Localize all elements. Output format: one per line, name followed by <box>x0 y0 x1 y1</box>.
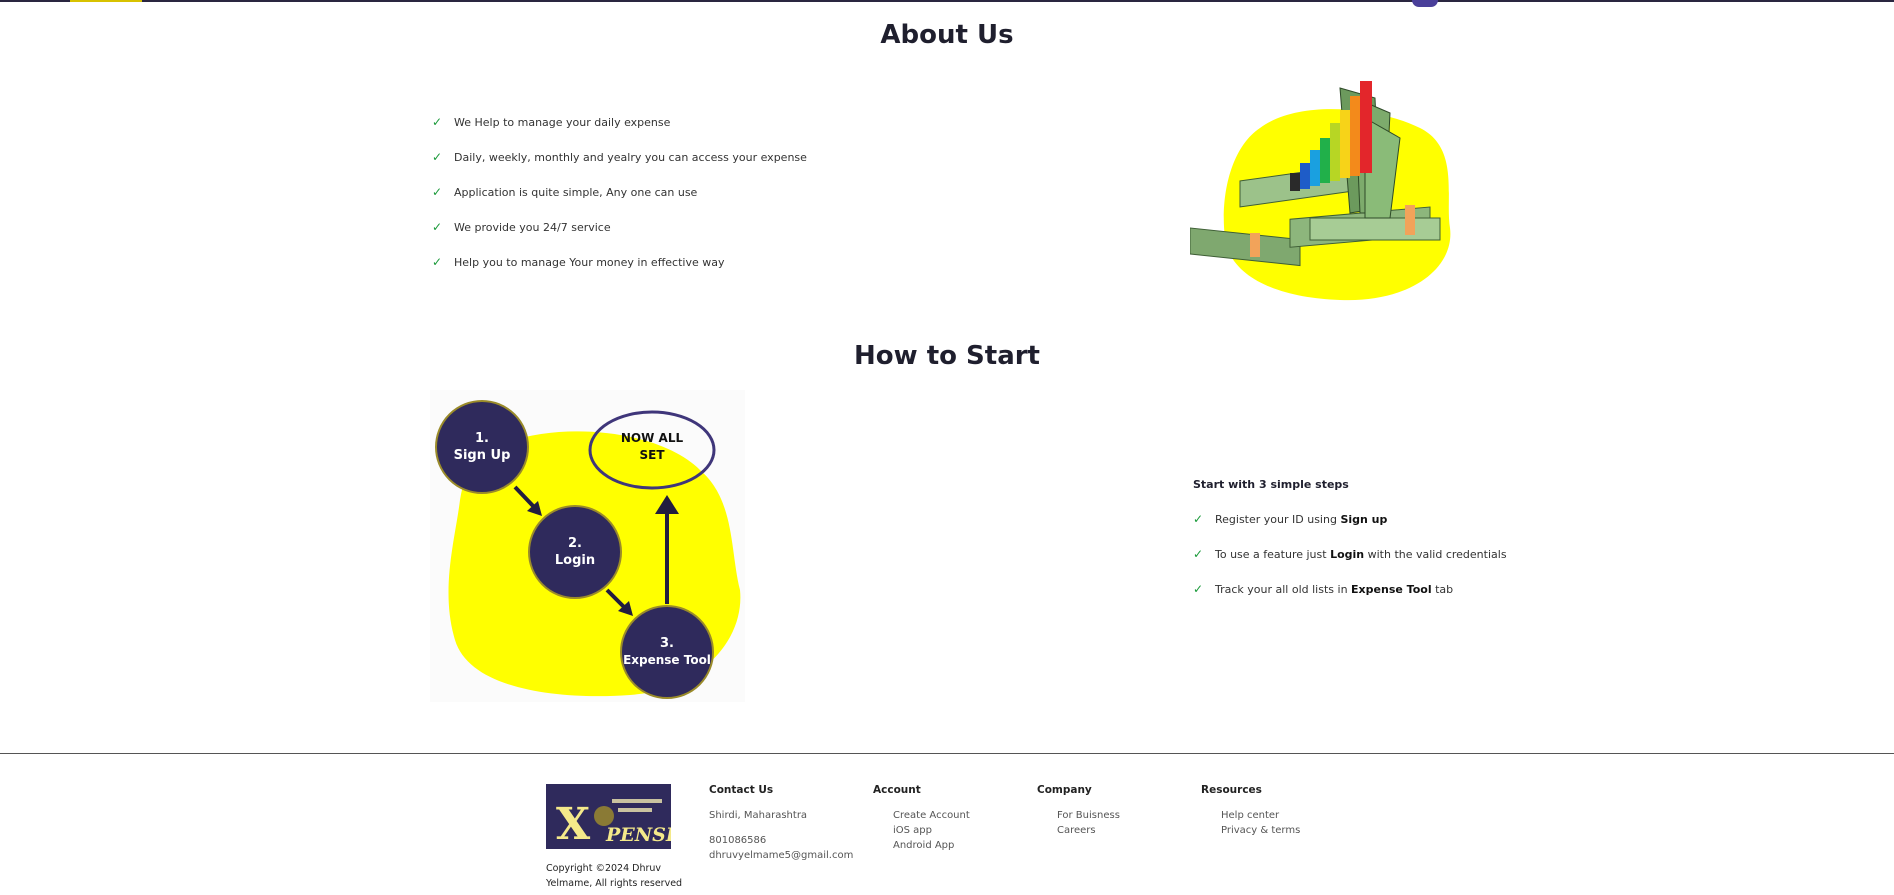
contact-location: Shirdi, Maharashtra <box>709 810 808 821</box>
check-icon: ✓ <box>432 150 443 164</box>
done-line2: SET <box>639 448 665 462</box>
copyright: Copyright ©2024 Dhruv Yelmame, All right… <box>546 863 683 889</box>
about-title: About Us <box>880 20 1014 50</box>
account-heading: Account <box>873 784 921 796</box>
list-item: ✓ Track your all old lists in Expense Too… <box>1193 582 1454 596</box>
step3-number: 3. <box>660 636 674 651</box>
link-help-center[interactable]: Help center <box>1201 808 1300 823</box>
check-icon: ✓ <box>1193 547 1204 561</box>
check-icon: ✓ <box>432 220 443 234</box>
nav-decoration <box>1412 0 1438 7</box>
how-title: How to Start <box>854 341 1040 371</box>
steps-diagram: 1. Sign Up 2. Login 3. Expense Tool NOW … <box>430 390 745 702</box>
steps-list: ✓ Register your ID using Sign up ✓ To use … <box>1193 512 1507 618</box>
check-icon: ✓ <box>432 115 443 129</box>
contact-email[interactable]: dhruvyelmame5@gmail.com <box>709 848 853 863</box>
steps-heading: Start with 3 simple steps <box>1193 478 1349 491</box>
svg-text:PENSE: PENSE <box>605 824 671 846</box>
money-chart-illustration <box>1189 78 1490 308</box>
check-icon: ✓ <box>1193 512 1204 526</box>
step2-number: 2. <box>568 536 582 551</box>
list-item: ✓ We provide you 24/7 service <box>432 220 611 234</box>
footer-contact: Contact Us Shirdi, Maharashtra 801086586… <box>709 784 853 863</box>
list-item: ✓ Application is quite simple, Any one ca… <box>432 185 698 199</box>
step1-number: 1. <box>475 431 489 446</box>
link-privacy-terms[interactable]: Privacy & terms <box>1201 823 1300 838</box>
step2-label: Login <box>555 553 595 568</box>
svg-text:X: X <box>556 799 591 849</box>
done-line1: NOW ALL <box>621 431 684 445</box>
footer-divider <box>0 753 1894 754</box>
resources-heading: Resources <box>1201 784 1262 796</box>
list-item: ✓ To use a feature just Login with the va… <box>1193 547 1507 561</box>
check-icon: ✓ <box>1193 582 1204 596</box>
nav-highlight <box>70 0 142 2</box>
check-icon: ✓ <box>432 255 443 269</box>
link-careers[interactable]: Careers <box>1037 823 1120 838</box>
about-list: ✓ We Help to manage your daily expense ✓… <box>432 115 807 291</box>
list-item: ✓ Register your ID using Sign up <box>1193 512 1388 526</box>
contact-phone: 801086586 <box>709 835 767 846</box>
step3-label: Expense Tool <box>623 653 711 667</box>
link-create-account[interactable]: Create Account <box>873 808 970 823</box>
link-ios-app[interactable]: iOS app <box>873 823 970 838</box>
footer-company: Company For Buisness Careers <box>1037 784 1120 838</box>
footer-logo[interactable]: X PENSE <box>546 784 681 850</box>
footer-resources: Resources Help center Privacy & terms <box>1201 784 1300 838</box>
contact-heading: Contact Us <box>709 784 774 796</box>
check-icon: ✓ <box>432 185 443 199</box>
header-bottom-border <box>0 0 1894 2</box>
company-heading: Company <box>1037 784 1092 796</box>
step1-label: Sign Up <box>454 448 511 463</box>
list-item: ✓ Help you to manage Your money in effect… <box>432 255 725 269</box>
link-android-app[interactable]: Android App <box>873 838 970 853</box>
link-for-business[interactable]: For Buisness <box>1037 808 1120 823</box>
list-item: ✓ Daily, weekly, monthly and yealry you c… <box>432 150 807 164</box>
footer-account: Account Create Account iOS app Android A… <box>873 784 970 853</box>
list-item: ✓ We Help to manage your daily expense <box>432 115 671 129</box>
